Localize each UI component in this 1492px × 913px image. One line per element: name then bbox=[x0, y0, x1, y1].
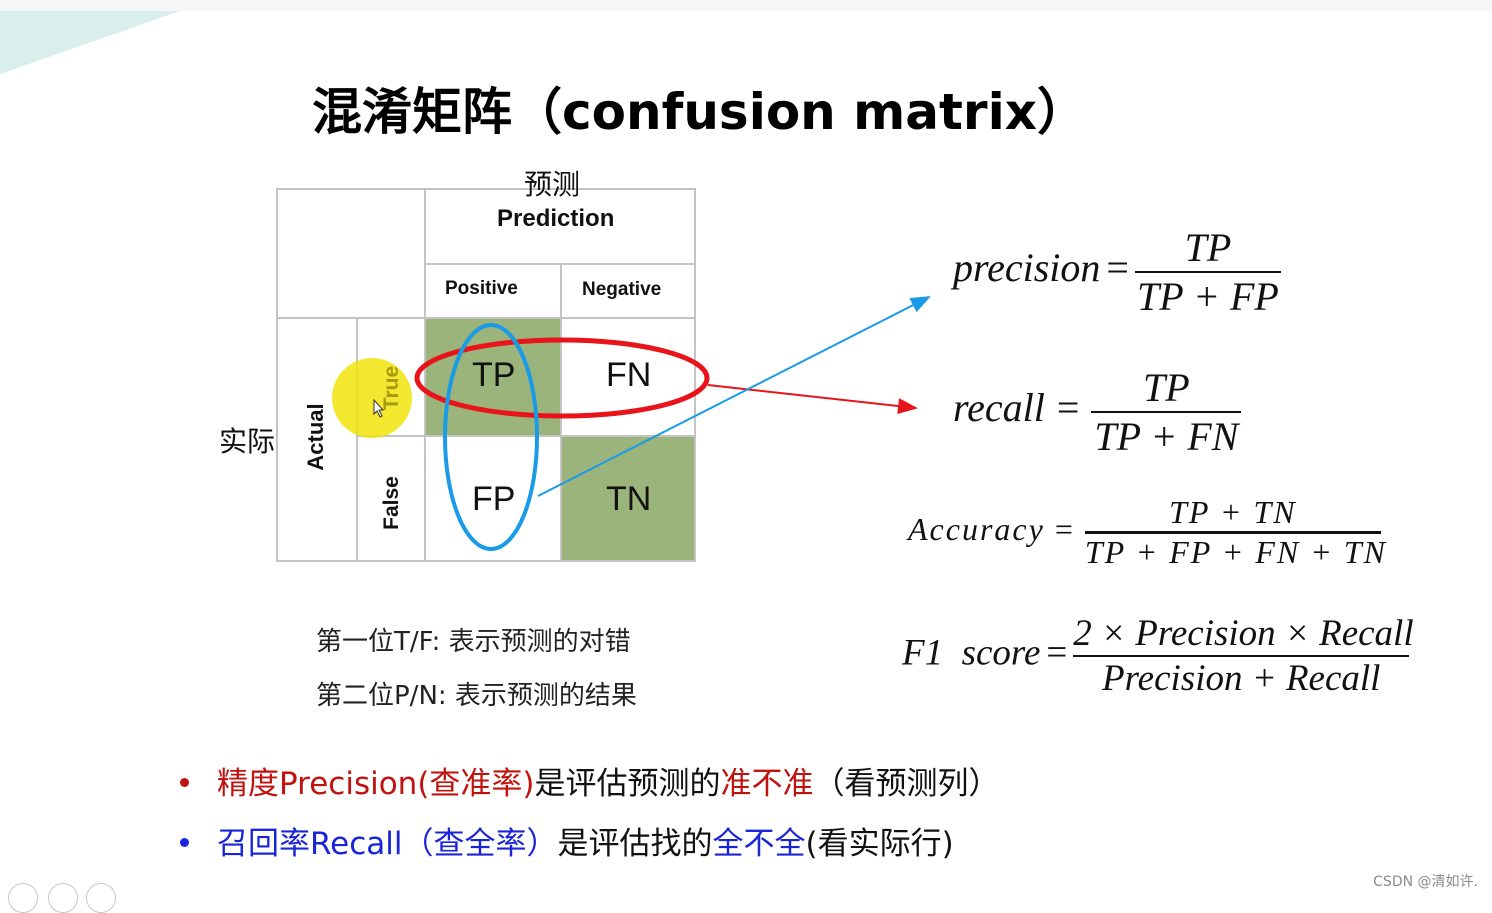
recall-formula: recall = TP TP + FN bbox=[953, 364, 1242, 460]
accuracy-numerator: TP + TN bbox=[1169, 494, 1297, 530]
precision-desc: 是评估预测的 bbox=[534, 766, 721, 802]
recall-numerator: TP bbox=[1143, 365, 1190, 410]
recall-term: 召回率Recall（查全率） bbox=[217, 826, 558, 862]
recall-lhs: recall bbox=[953, 385, 1045, 431]
bullet-precision: 精度Precision(查准率)是评估预测的准不准（看预测列） bbox=[180, 758, 1000, 803]
col-header-positive: Positive bbox=[445, 278, 518, 299]
precision-formula: precision = TP TP + FP bbox=[953, 224, 1281, 320]
precision-term: 精度Precision(查准率) bbox=[217, 766, 535, 802]
col-header-negative: Negative bbox=[582, 279, 662, 300]
f1-numerator: 2 × Precision × Recall bbox=[1073, 613, 1414, 654]
precision-denominator: TP + FP bbox=[1137, 274, 1279, 319]
row-header-false: False bbox=[380, 476, 403, 530]
cell-tn: TN bbox=[606, 480, 652, 518]
accuracy-lhs: Accuracy bbox=[908, 510, 1045, 547]
cell-tp: TP bbox=[472, 356, 516, 394]
precision-numerator: TP bbox=[1184, 225, 1232, 270]
cell-fn: FN bbox=[606, 356, 652, 394]
actual-cn-label: 实际 bbox=[219, 425, 276, 458]
precision-key: 准不准 bbox=[720, 766, 814, 802]
f1-formula: F1 score = 2 × Precision × Recall Precision… bbox=[902, 613, 1414, 699]
accuracy-denominator: TP + FP + FN + TN bbox=[1084, 534, 1387, 570]
reading-view-icon[interactable] bbox=[48, 883, 78, 913]
bullet-dot bbox=[180, 838, 189, 847]
precision-hint: （看预测列） bbox=[813, 766, 1000, 802]
note-first-letter: 第一位T/F: 表示预测的对错 bbox=[316, 627, 631, 657]
f1-denominator: Precision + Recall bbox=[1102, 658, 1381, 699]
slideshow-icon[interactable] bbox=[86, 883, 116, 913]
recall-hint: (看实际行) bbox=[805, 826, 954, 862]
watermark: CSDN @清如许. bbox=[1373, 874, 1478, 890]
slide-view-icon[interactable] bbox=[8, 883, 38, 913]
f1-lhs: F1 score bbox=[902, 632, 1041, 674]
prediction-en-label: Prediction bbox=[497, 205, 615, 232]
note-second-letter: 第二位P/N: 表示预测的结果 bbox=[316, 681, 637, 711]
bullet-dot bbox=[180, 778, 189, 787]
actual-en-label: Actual bbox=[303, 403, 328, 471]
row-header-true: True bbox=[380, 365, 403, 411]
recall-denominator: TP + FN bbox=[1094, 414, 1239, 459]
bullet-recall: 召回率Recall（查全率）是评估找的全不全(看实际行) bbox=[180, 818, 954, 863]
accuracy-formula: Accuracy = TP + TN TP + FP + FN + TN bbox=[908, 494, 1387, 570]
recall-desc: 是评估找的 bbox=[557, 826, 713, 862]
cell-fp: FP bbox=[472, 480, 516, 518]
recall-key: 全不全 bbox=[712, 826, 806, 862]
prediction-cn-label: 预测 bbox=[524, 168, 581, 201]
precision-lhs: precision bbox=[953, 245, 1101, 291]
